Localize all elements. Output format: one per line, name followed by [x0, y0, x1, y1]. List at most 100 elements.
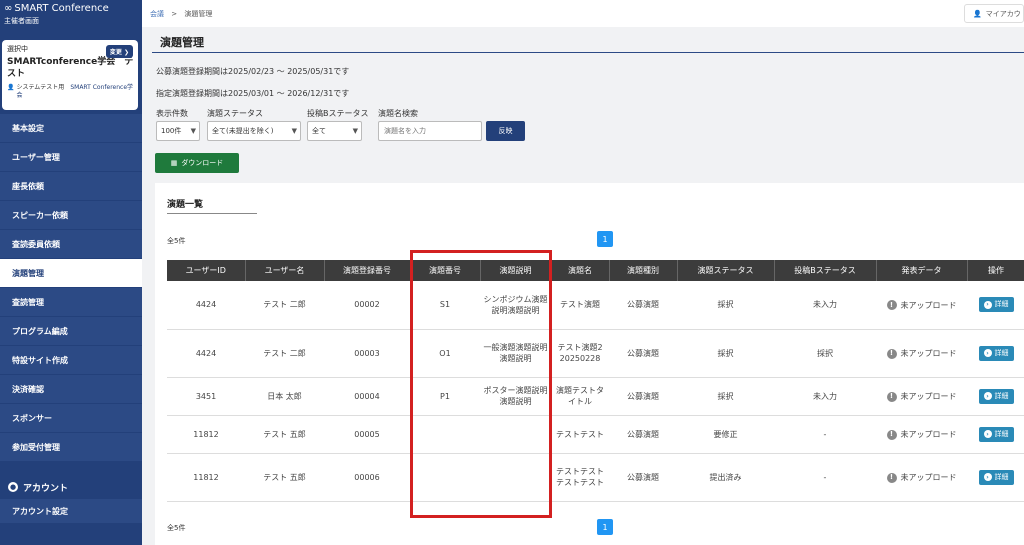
- list-title: 演題一覧: [167, 200, 204, 210]
- cell-reg-no: 00006: [324, 453, 410, 502]
- column-header: ユーザー名: [245, 260, 325, 281]
- sidebar-item-4[interactable]: 査読委員依頼: [0, 230, 142, 258]
- column-header: 演題名: [551, 260, 610, 281]
- cell-user-id: 4424: [167, 329, 245, 378]
- info-icon: !: [886, 348, 897, 359]
- b-status-label: 投稿Bステータス: [307, 109, 369, 118]
- cell-action: › 詳細: [967, 377, 1024, 416]
- search-label: 演題名検索: [378, 109, 418, 118]
- sidebar-item-2[interactable]: 座長依頼: [0, 172, 142, 200]
- table-body: 4424 テスト 二郎 00002 S1 シンポジウム演題説明演題説明 テスト演題 公募演題…: [167, 281, 1024, 502]
- chevron-down-icon: ▼: [291, 127, 297, 135]
- my-account-button[interactable]: 👤 マイアカウ: [964, 4, 1024, 23]
- cell-type: 公募演題: [609, 415, 677, 454]
- count-select[interactable]: 100件 ▼: [156, 121, 200, 141]
- cell-description: 一般演題演題説明演題説明: [480, 329, 551, 378]
- info-icon: !: [886, 429, 897, 440]
- upload-status: ! 未アップロード: [886, 348, 957, 359]
- cell-reg-no: 00005: [324, 415, 410, 454]
- table-row: 4424 テスト 二郎 00003 O1 一般演題演題説明演題説明 テスト演題2 2025…: [167, 329, 1024, 378]
- sidebar: ∞ SMART Conference 主催者画面 選択中 変更 ❯ SMARTc…: [0, 0, 142, 545]
- search-input[interactable]: [378, 121, 482, 141]
- pagination-page-bottom[interactable]: 1: [597, 519, 613, 535]
- detail-button[interactable]: › 詳細: [978, 469, 1014, 485]
- cell-type: 公募演題: [609, 377, 677, 416]
- cell-type: 公募演題: [609, 281, 677, 330]
- sidebar-item-7[interactable]: プログラム編成: [0, 317, 142, 345]
- table-row: 11812 テスト 五郎 00005 テストテスト 公募演題 要修正 -! 未アップロード › 詳…: [167, 415, 1024, 454]
- upload-status-text: 未アップロード: [900, 300, 957, 310]
- cell-status: 採択: [677, 329, 774, 378]
- cell-upload: ! 未アップロード: [876, 415, 967, 454]
- cell-description: シンポジウム演題説明演題説明: [480, 281, 551, 330]
- selected-user-name: システムテスト用: [16, 84, 65, 91]
- sidebar-item-5[interactable]: 演題管理: [0, 259, 142, 287]
- cell-action: › 詳細: [967, 415, 1024, 454]
- detail-label: 詳細: [994, 391, 1009, 400]
- cell-upload: ! 未アップロード: [876, 377, 967, 416]
- cell-description: [480, 415, 551, 454]
- cell-action: › 詳細: [967, 329, 1024, 378]
- sidebar-item-8[interactable]: 特設サイト作成: [0, 346, 142, 374]
- b-status-select[interactable]: 全て ▼: [307, 121, 362, 141]
- breadcrumb-root-link[interactable]: 会議: [150, 10, 164, 18]
- column-header: 演題ステータス: [677, 260, 775, 281]
- info-icon: !: [886, 300, 897, 311]
- assigned-period-text: 指定演題登録期間は2025/03/01 〜 2026/12/31です: [156, 89, 350, 98]
- cell-user-name: テスト 二郎: [245, 329, 324, 378]
- apply-button[interactable]: 反映: [486, 121, 525, 141]
- sidebar-nav: 基本設定 ユーザー管理 座長依頼 スピーカー依頼 査読委員依頼 演題管理 査読管理 プログラム…: [0, 114, 142, 462]
- download-button[interactable]: ▦ ダウンロード: [155, 153, 239, 173]
- sidebar-item-6[interactable]: 査読管理: [0, 288, 142, 316]
- cell-reg-no: 00004: [324, 377, 410, 416]
- sidebar-item-10[interactable]: スポンサー: [0, 404, 142, 432]
- column-header: 演題登録番号: [324, 260, 411, 281]
- sidebar-item-3[interactable]: スピーカー依頼: [0, 201, 142, 229]
- brand: ∞ SMART Conference 主催者画面: [0, 0, 142, 36]
- detail-button[interactable]: › 詳細: [978, 426, 1014, 442]
- cell-user-id: 3451: [167, 377, 245, 416]
- sidebar-item-9[interactable]: 決済確認: [0, 375, 142, 403]
- sidebar-item-account-settings[interactable]: アカウント設定: [0, 499, 142, 523]
- info-icon: !: [886, 391, 897, 402]
- sidebar-item-0[interactable]: 基本設定: [0, 114, 142, 142]
- pagination-page-top[interactable]: 1: [597, 231, 613, 247]
- user-icon: 👤: [7, 84, 15, 91]
- cell-user-id: 4424: [167, 281, 245, 330]
- cell-status: 採択: [677, 281, 774, 330]
- detail-button[interactable]: › 詳細: [978, 297, 1014, 313]
- detail-button[interactable]: › 詳細: [978, 345, 1014, 361]
- cell-title: テストテストテストテスト: [551, 453, 609, 502]
- cell-upload: ! 未アップロード: [876, 281, 967, 330]
- cell-user-name: テスト 五郎: [245, 415, 324, 454]
- sidebar-item-11[interactable]: 参加受付管理: [0, 433, 142, 461]
- sidebar-item-1[interactable]: ユーザー管理: [0, 143, 142, 171]
- upload-status: ! 未アップロード: [886, 391, 957, 402]
- arrow-right-icon: ›: [983, 430, 992, 438]
- brand-title: ∞ SMART Conference: [4, 3, 109, 14]
- detail-label: 詳細: [994, 429, 1009, 438]
- change-button[interactable]: 変更 ❯: [105, 45, 133, 58]
- arrow-right-icon: ›: [983, 473, 992, 481]
- info-icon: !: [886, 472, 897, 483]
- cell-b-status: 未入力: [774, 281, 876, 330]
- cell-title: テスト演題2 20250228: [551, 329, 611, 378]
- cell-abstract-no: P1: [410, 377, 480, 416]
- cell-user-name: テスト 五郎: [245, 453, 324, 502]
- breadcrumb-separator: >: [171, 10, 178, 18]
- cell-b-status: 未入力: [774, 377, 876, 416]
- arrow-right-icon: ›: [983, 349, 992, 357]
- cell-reg-no: 00002: [324, 281, 410, 330]
- count-label: 表示件数: [156, 109, 188, 118]
- status-select[interactable]: 全て(未提出を除く) ▼: [207, 121, 301, 141]
- user-icon: 👤: [973, 9, 982, 18]
- upload-status: ! 未アップロード: [886, 472, 957, 483]
- detail-button[interactable]: › 詳細: [978, 388, 1014, 404]
- cell-upload: ! 未アップロード: [876, 453, 967, 502]
- cell-status: 要修正: [677, 415, 774, 454]
- upload-status-text: 未アップロード: [900, 430, 957, 439]
- cell-description: ポスター演題説明演題説明: [480, 377, 551, 416]
- cell-user-name: テスト 二郎: [245, 281, 324, 330]
- cell-abstract-no: O1: [410, 329, 480, 378]
- upload-status: ! 未アップロード: [886, 300, 957, 311]
